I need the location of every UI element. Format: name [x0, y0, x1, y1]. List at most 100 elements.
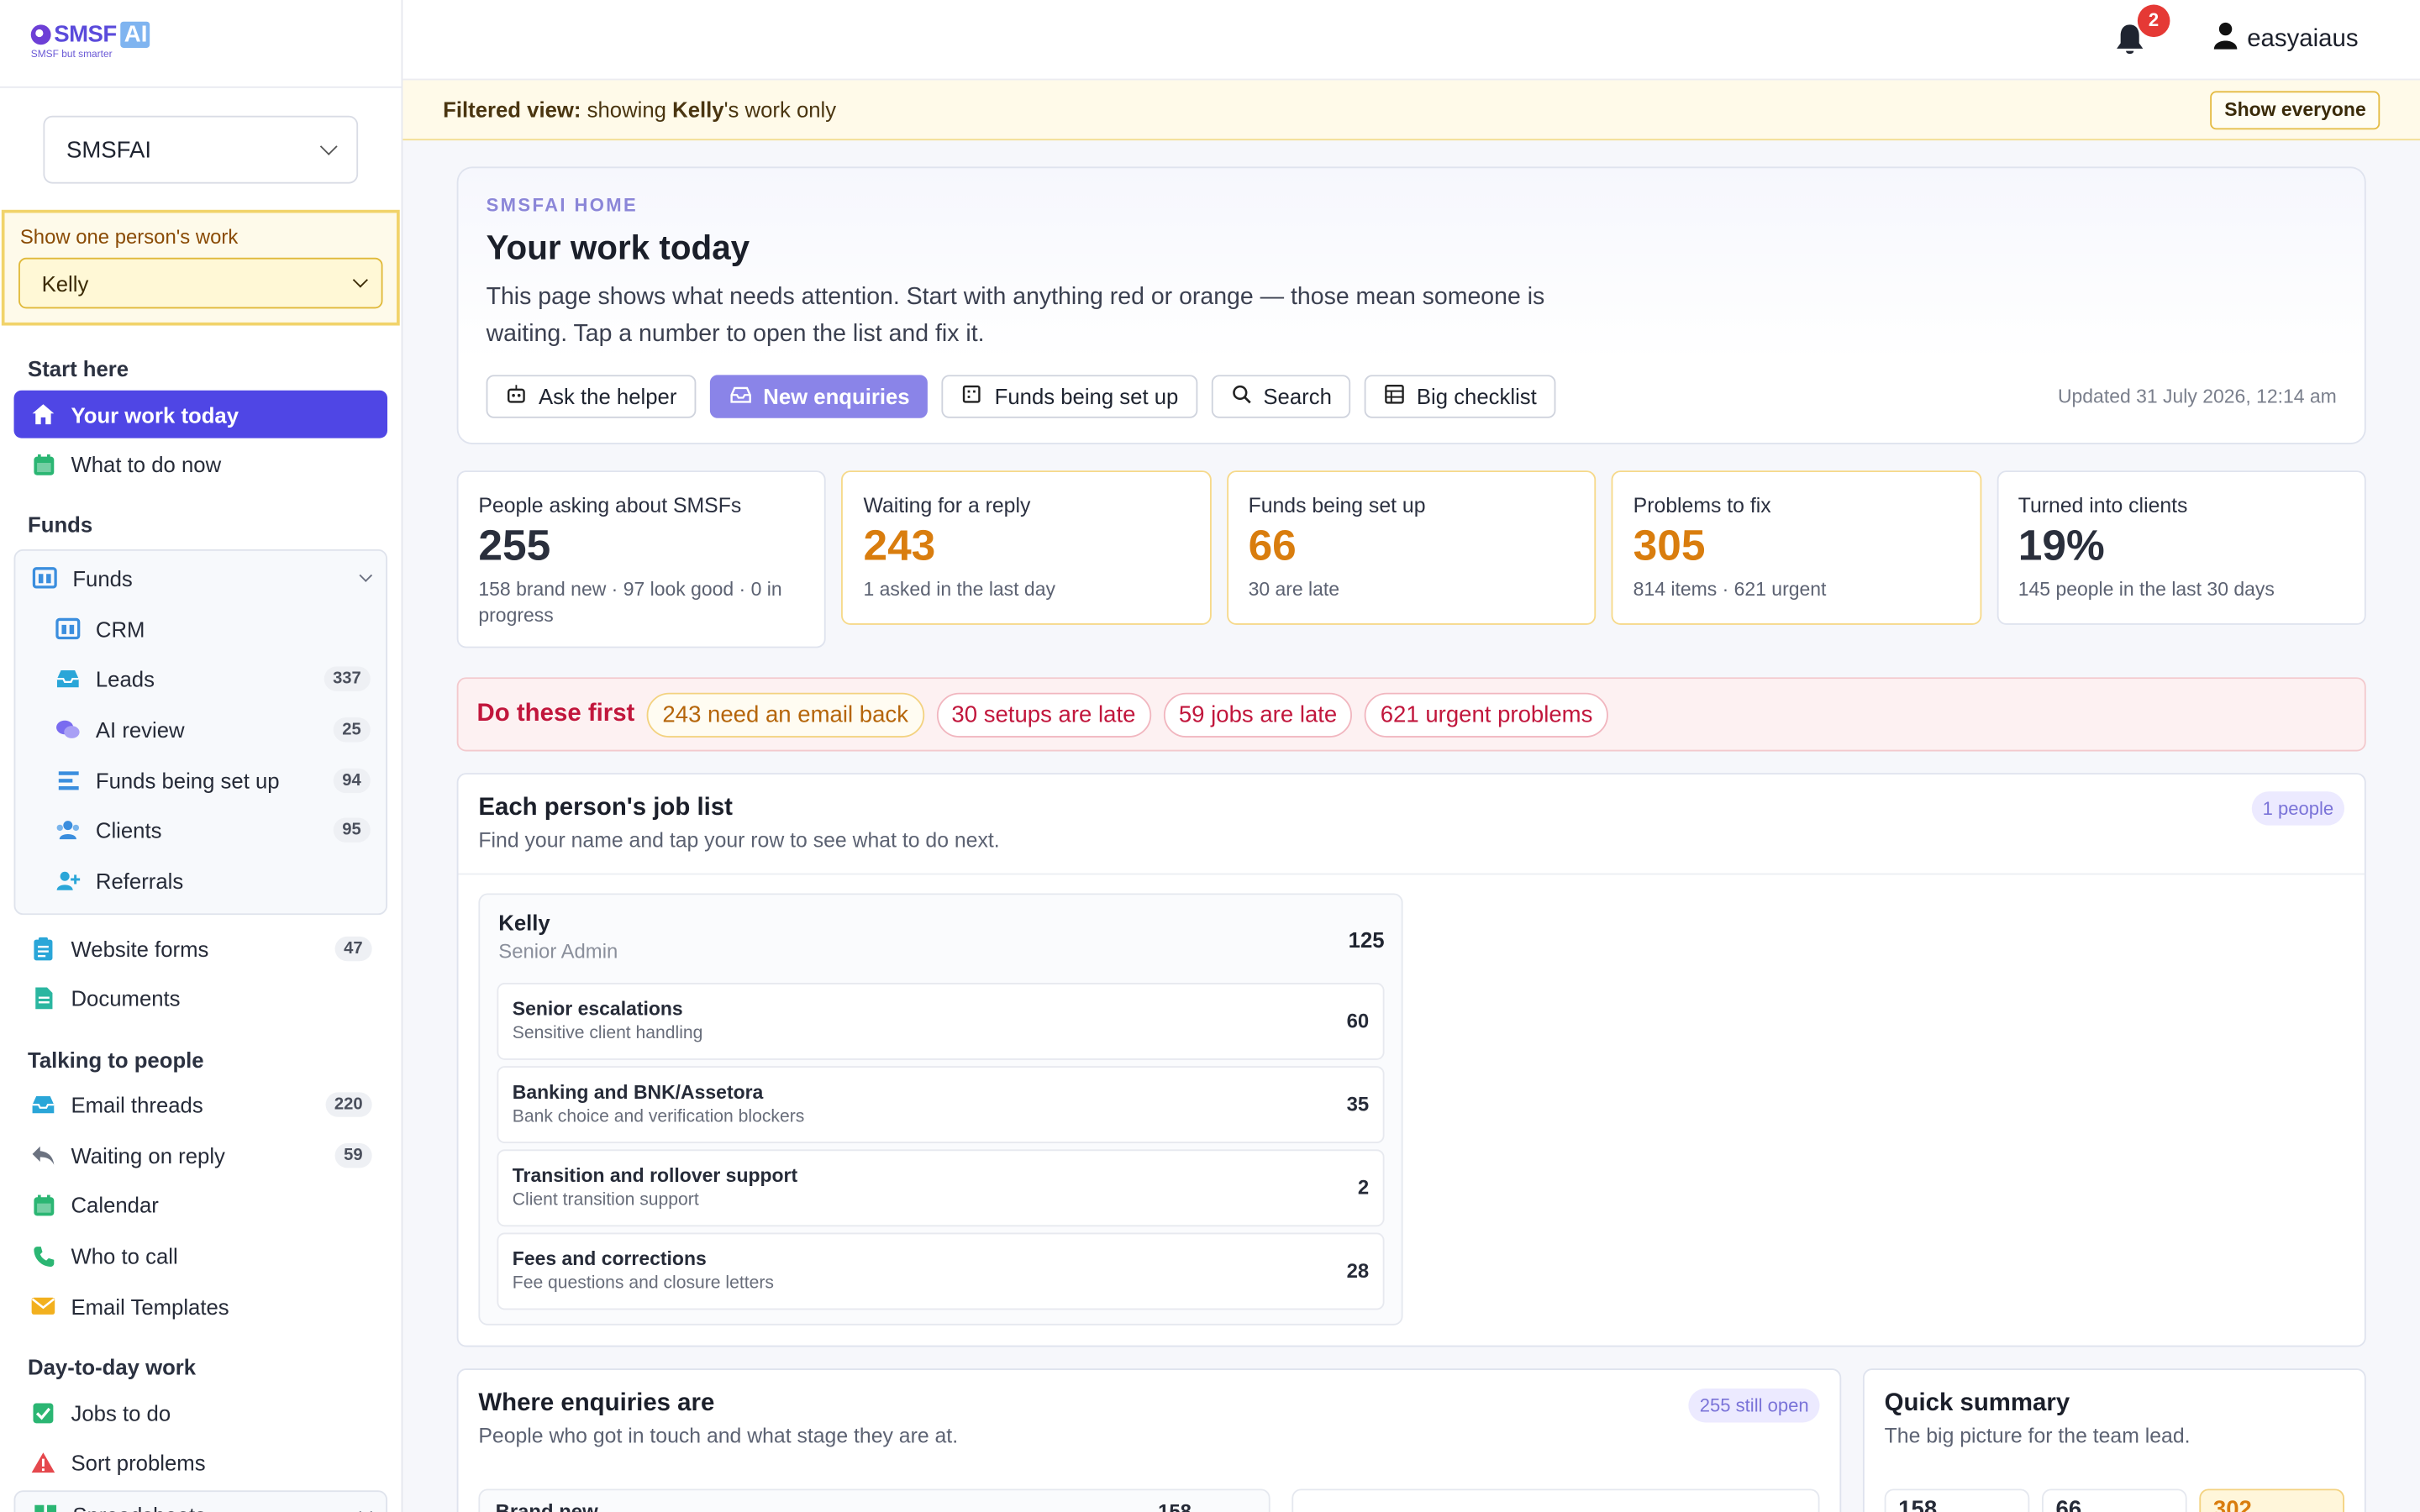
sidebar-item-crm[interactable]: CRM	[15, 605, 386, 653]
chevron-down-icon	[319, 138, 338, 155]
person-row[interactable]: Kelly Senior Admin 125 Senior escalation…	[478, 893, 1403, 1326]
enquiry-stage-row[interactable]: Brand new 158	[478, 1488, 1270, 1512]
priority-pill-problems[interactable]: 621 urgent problems	[1365, 691, 1608, 738]
sidebar-item-documents[interactable]: Documents	[14, 975, 387, 1023]
sidebar-item-spreadsheets[interactable]: Spreadsheets	[15, 1492, 386, 1512]
search-label: Search	[1263, 384, 1332, 409]
enquiry-stage-value: 158	[1158, 1499, 1192, 1512]
sidebar-item-website-forms[interactable]: Website forms 47	[14, 925, 387, 973]
sidebar-item-label: Clients	[95, 818, 162, 843]
enquiries-subtitle: People who got in touch and what stage t…	[478, 1424, 959, 1447]
notifications-button[interactable]: 2	[2114, 3, 2170, 56]
clipboard-icon	[31, 936, 55, 960]
summary-title: Quick summary	[1884, 1389, 2070, 1417]
table-icon	[1384, 384, 1404, 408]
job-list-title: Each person's job list	[478, 794, 733, 822]
priority-pill-emails[interactable]: 243 need an email back	[647, 691, 924, 738]
enquiries-open-badge: 255 still open	[1688, 1389, 1820, 1423]
task-desc: Sensitive client handling	[512, 1025, 703, 1044]
task-desc: Client transition support	[512, 1191, 699, 1210]
ask-helper-label: Ask the helper	[539, 384, 677, 409]
priority-pill-setups[interactable]: 30 setups are late	[936, 691, 1151, 738]
stat-value: 66	[1248, 521, 1297, 570]
sidebar-item-label: Who to call	[71, 1243, 178, 1269]
sidebar-item-waiting-on-reply[interactable]: Waiting on reply 59	[14, 1131, 387, 1179]
sidebar-item-sort-problems[interactable]: Sort problems	[14, 1439, 387, 1487]
sidebar-item-referrals[interactable]: Referrals	[15, 857, 386, 905]
sidebar-item-email-templates[interactable]: Email Templates	[14, 1283, 387, 1331]
sidebar-item-funds[interactable]: Funds	[15, 554, 386, 602]
sidebar-item-leads[interactable]: Leads 337	[15, 655, 386, 703]
stat-card-waiting-reply[interactable]: Waiting for a reply 243 1 asked in the l…	[841, 470, 1212, 625]
website-forms-count: 47	[334, 936, 372, 961]
summary-box[interactable]: 302	[2199, 1488, 2344, 1512]
sidebar-item-who-to-call[interactable]: Who to call	[14, 1232, 387, 1280]
sidebar-item-label: Leads	[95, 666, 155, 692]
sidebar-item-label: Jobs to do	[71, 1399, 171, 1425]
sidebar-item-calendar[interactable]: Calendar	[14, 1182, 387, 1230]
ask-helper-button[interactable]: Ask the helper	[486, 375, 696, 418]
task-row[interactable]: Transition and rollover support Client tr…	[497, 1149, 1385, 1226]
sidebar-item-ai-review[interactable]: AI review 25	[15, 706, 386, 753]
nav-section-talking: Talking to people	[28, 1047, 204, 1072]
building-icon	[962, 384, 982, 408]
logo-text: SMSF	[54, 21, 117, 48]
search-button[interactable]: Search	[1210, 375, 1350, 418]
person-filter-value: Kelly	[41, 270, 89, 296]
sidebar-item-email-threads[interactable]: Email threads 220	[14, 1081, 387, 1129]
sidebar-item-your-work-today[interactable]: Your work today	[13, 390, 388, 438]
task-title: Senior escalations	[512, 998, 683, 1021]
document-icon	[31, 986, 55, 1011]
summary-box[interactable]: 158	[1884, 1488, 2030, 1512]
stat-card-problems[interactable]: Problems to fix 305 814 items · 621 urge…	[1611, 470, 1981, 625]
ai-review-count: 25	[333, 717, 371, 743]
summary-subtitle: The big picture for the team lead.	[1884, 1424, 2191, 1447]
stat-card-people-asking[interactable]: People asking about SMSFs 255 158 brand …	[456, 470, 827, 648]
big-checklist-button[interactable]: Big checklist	[1364, 375, 1555, 418]
topbar: 2 easyaiaus	[402, 0, 2420, 81]
funds-setup-button[interactable]: Funds being set up	[942, 375, 1197, 418]
sidebar-item-jobs-to-do[interactable]: Jobs to do	[14, 1389, 387, 1436]
sidebar-item-label: Sort problems	[71, 1450, 206, 1476]
task-row[interactable]: Fees and corrections Fee questions and cl…	[497, 1232, 1385, 1310]
notification-count-badge: 2	[2137, 3, 2170, 37]
big-checklist-label: Big checklist	[1416, 384, 1537, 409]
org-select[interactable]: SMSFAI	[43, 115, 359, 184]
person-total: 125	[1348, 927, 1385, 953]
sidebar-item-what-to-do-now[interactable]: What to do now	[14, 441, 387, 489]
stat-value: 305	[1633, 521, 1706, 570]
stat-card-clients[interactable]: Turned into clients 19% 145 people in th…	[1996, 470, 2366, 625]
clients-count: 95	[333, 818, 371, 843]
logo-area: SMSF AI SMSF but smarter	[0, 0, 402, 88]
user-plus-icon	[55, 869, 81, 893]
columns-icon	[32, 566, 57, 591]
task-row[interactable]: Senior escalations Sensitive client handl…	[497, 983, 1385, 1059]
person-filter-select[interactable]: Kelly	[18, 257, 383, 309]
stats-row: People asking about SMSFs 255 158 brand …	[456, 470, 2366, 648]
priority-pill-jobs[interactable]: 59 jobs are late	[1163, 691, 1353, 738]
sidebar-item-funds-being-set-up[interactable]: Funds being set up 94	[15, 756, 386, 804]
enquiries-title: Where enquiries are	[478, 1389, 715, 1417]
new-enquiries-button[interactable]: New enquiries	[708, 375, 929, 418]
stat-sub: 30 are late	[1248, 578, 1340, 601]
logo[interactable]: SMSF AI	[30, 21, 371, 48]
people-count-badge: 1 people	[2251, 791, 2344, 826]
stat-card-funds-setup[interactable]: Funds being set up 66 30 are late	[1226, 470, 1597, 625]
stat-value: 243	[863, 521, 936, 570]
task-count: 2	[1357, 1176, 1370, 1200]
email-threads-count: 220	[324, 1092, 372, 1117]
task-row[interactable]: Banking and BNK/Assetora Bank choice and …	[497, 1066, 1385, 1143]
waiting-on-reply-count: 59	[334, 1142, 372, 1168]
show-everyone-button[interactable]: Show everyone	[2210, 90, 2381, 129]
summary-box[interactable]: 66	[2042, 1488, 2187, 1512]
user-menu[interactable]: easyaiaus	[2213, 22, 2359, 57]
sidebar-item-label: Your work today	[71, 402, 239, 427]
person-filter-label: Show one person's work	[19, 225, 239, 249]
stat-label: Waiting for a reply	[863, 493, 1031, 517]
enquiry-stage-label: Brand new	[495, 1499, 598, 1512]
person-filter: Show one person's work Kelly	[1, 209, 400, 326]
task-count: 28	[1346, 1259, 1370, 1283]
sidebar-item-clients[interactable]: Clients 95	[15, 806, 386, 854]
leads-count: 337	[324, 666, 371, 692]
bottom-row: Where enquiries are People who got in to…	[456, 1368, 2366, 1512]
